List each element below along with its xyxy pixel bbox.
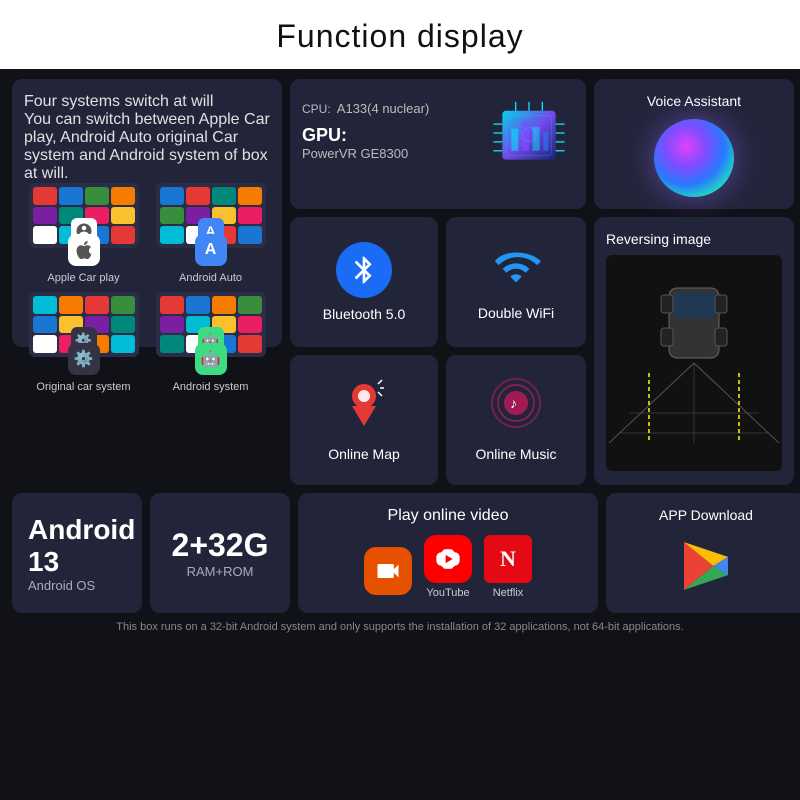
music-icon: ♪ xyxy=(491,378,541,438)
cpu-cell: CPU: A133(4 nuclear) GPU: PowerVR GE8300 xyxy=(290,79,586,209)
siri-ball-icon xyxy=(654,119,734,197)
video-app-youtube: YouTube xyxy=(424,535,472,599)
map-icon xyxy=(344,378,384,438)
page-wrapper: Function display Four systems switch at … xyxy=(0,0,800,800)
video-apps: YouTube N Netflix xyxy=(364,535,532,599)
video-cell: Play online video xyxy=(298,493,598,613)
video-title: Play online video xyxy=(388,507,509,525)
map-label: Online Map xyxy=(328,446,400,462)
ram-title: 2+32G xyxy=(172,527,269,564)
android13-cell: Android 13 Android OS xyxy=(12,493,142,613)
svg-text:♪: ♪ xyxy=(510,395,517,411)
system-item-android-auto: A A Android Auto xyxy=(151,183,270,284)
page-title: Function display xyxy=(0,0,800,69)
reversing-image xyxy=(606,255,782,471)
bottom-section: Android 13 Android OS 2+32G RAM+ROM Play… xyxy=(0,485,800,613)
bluetooth-label: Bluetooth 5.0 xyxy=(323,306,406,322)
android-label: Android system xyxy=(173,381,249,393)
voice-label: Voice Assistant xyxy=(647,93,741,109)
android-auto-label: Android Auto xyxy=(179,272,242,284)
reversing-cell: Reversing image xyxy=(594,217,794,485)
car-system-badge: ⚙️ xyxy=(68,343,100,375)
wifi-label: Double WiFi xyxy=(478,305,554,321)
voice-cell: Voice Assistant xyxy=(594,79,794,209)
android-badge: 🤖 xyxy=(195,343,227,375)
wifi-cell: Double WiFi xyxy=(446,217,586,347)
reversing-label: Reversing image xyxy=(606,231,782,247)
cam-icon xyxy=(364,547,412,595)
bluetooth-cell: Bluetooth 5.0 xyxy=(290,217,438,347)
music-cell: ♪ Online Music xyxy=(446,355,586,485)
netflix-icon: N xyxy=(484,535,532,583)
netflix-label: Netflix xyxy=(493,587,524,599)
bluetooth-icon xyxy=(336,242,392,298)
video-app-cam xyxy=(364,547,412,599)
video-app-netflix: N Netflix xyxy=(484,535,532,599)
systems-desc: You can switch between Apple Car play, A… xyxy=(24,111,270,183)
android13-title: Android 13 xyxy=(28,514,135,578)
map-cell: Online Map xyxy=(290,355,438,485)
cpu-label: CPU: A133(4 nuclear) xyxy=(302,93,476,119)
app-download-cell: APP Download xyxy=(606,493,800,613)
system-item-car-system: ⚙️ ⚙️ Original car system xyxy=(24,292,143,393)
youtube-icon xyxy=(424,535,472,583)
cpu-text: CPU: A133(4 nuclear) GPU: PowerVR GE8300 xyxy=(302,93,476,161)
footer-note: This box runs on a 32-bit Android system… xyxy=(0,613,800,645)
play-store-icon xyxy=(670,533,742,599)
ram-cell: 2+32G RAM+ROM xyxy=(150,493,290,613)
system-item-carplay: Apple Car play xyxy=(24,183,143,284)
cpu-model: A133(4 nuclear) xyxy=(337,101,430,116)
systems-icons: Apple Car play xyxy=(24,183,270,393)
systems-cell: Four systems switch at will You can swit… xyxy=(12,79,282,347)
carplay-label: Apple Car play xyxy=(47,272,119,284)
gpu-label: GPU: xyxy=(302,125,476,146)
android13-subtitle: Android OS xyxy=(28,578,95,593)
music-label: Online Music xyxy=(476,446,557,462)
android-auto-badge: A xyxy=(195,234,227,266)
youtube-label: YouTube xyxy=(426,587,469,599)
car-system-label: Original car system xyxy=(36,381,130,393)
wifi-icon xyxy=(490,244,542,297)
systems-title: Four systems switch at will xyxy=(24,93,270,111)
cpu-chip-icon xyxy=(484,93,574,173)
ram-subtitle: RAM+ROM xyxy=(187,564,254,579)
carplay-badge xyxy=(68,234,100,266)
main-grid: Four systems switch at will You can swit… xyxy=(0,69,800,485)
gpu-model: PowerVR GE8300 xyxy=(302,146,476,161)
app-download-label: APP Download xyxy=(659,507,753,523)
system-item-android: 🤖 🤖 Android system xyxy=(151,292,270,393)
